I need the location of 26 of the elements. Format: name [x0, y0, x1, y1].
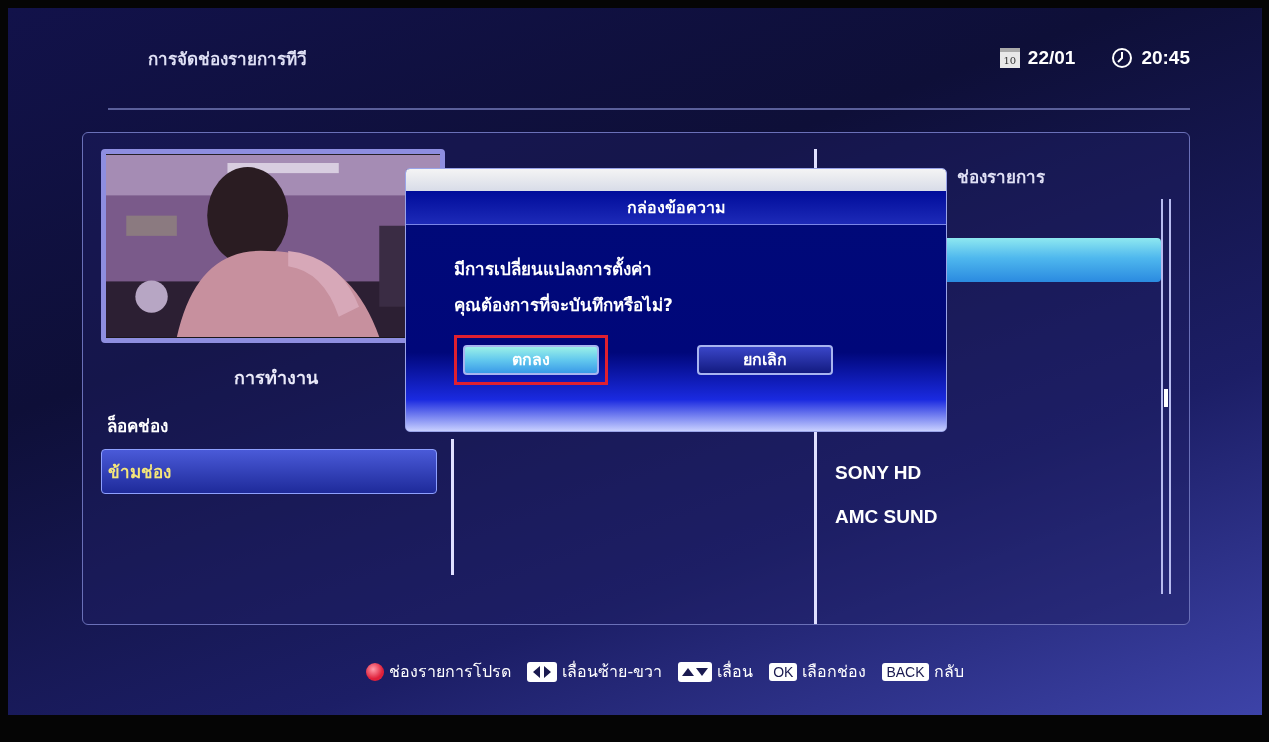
calendar-icon: 10 [999, 48, 1020, 68]
hint-text: เลือกช่อง [802, 661, 867, 683]
hint-text: เลื่อนซ้าย-ขวา [562, 660, 663, 683]
hint-text: ช่องรายการโปรด [389, 661, 512, 683]
up-down-keys-icon [678, 661, 713, 682]
scrollbar[interactable] [1161, 199, 1171, 594]
section-heading: การทำงาน [233, 366, 319, 390]
channel-item[interactable]: AMC SUND [817, 496, 1161, 540]
dialog-message: คุณต้องการที่จะบันทึกหรือไม่? [454, 292, 674, 318]
left-right-keys-icon [527, 661, 558, 682]
cancel-button[interactable]: ยกเลิก [697, 345, 833, 375]
clock-icon [1111, 47, 1134, 69]
channel-item[interactable]: SONY HD [817, 452, 1161, 496]
date-text: 22/01 [1027, 47, 1076, 69]
remote-key: OK [769, 662, 798, 681]
dialog-message: มีการเปลี่ยนแปลงการตั้งค่า [454, 251, 946, 287]
column-heading: ช่องรายการ [957, 166, 1046, 189]
time-text: 20:45 [1141, 47, 1190, 69]
menu-item[interactable]: ข้ามช่อง [101, 449, 437, 494]
scroll-thumb[interactable] [1164, 389, 1168, 407]
hint-text: กลับ [933, 661, 964, 683]
dialog-title: กล่องข้อความ [406, 191, 946, 225]
remote-key: BACK [882, 662, 929, 681]
hint-text: เลื่อน [717, 660, 754, 683]
round-key-icon [366, 662, 385, 681]
screen-title: การจัดช่องรายการทีวี [148, 47, 307, 71]
